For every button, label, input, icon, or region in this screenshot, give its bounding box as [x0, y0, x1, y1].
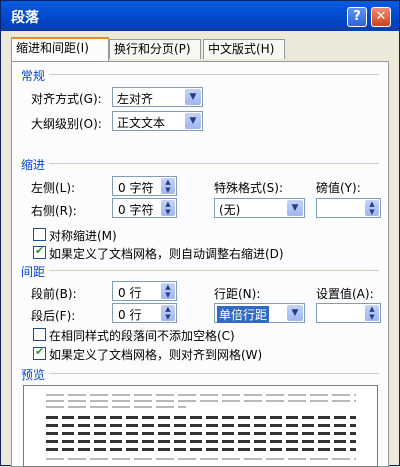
title-bar[interactable]: 段落 ? ✕ [1, 1, 399, 31]
up-down-arrows-icon[interactable]: ▲ ▼ [161, 305, 175, 321]
space-before-spinner[interactable]: 0 行 ▲ ▼ [112, 281, 177, 301]
space-after-spinner[interactable]: 0 行 ▲ ▼ [112, 303, 177, 323]
section-preview-header: 预览 [21, 368, 46, 382]
special-format-dropdown[interactable]: (无) ▼ [214, 198, 305, 218]
preview-previous-line [46, 394, 356, 396]
tab-indents-spacing[interactable]: 缩进和间距(I) [11, 37, 109, 61]
section-general-header: 常规 [21, 69, 46, 83]
right-indent-label: 右侧(R): [31, 204, 77, 218]
space-after-label: 段后(F): [31, 309, 76, 323]
right-indent-spinner[interactable]: 0 字符 ▲ ▼ [112, 198, 177, 218]
up-down-arrows-icon[interactable]: ▲ ▼ [161, 178, 175, 194]
special-format-label: 特殊格式(S): [214, 181, 284, 195]
preview-sample-line [46, 448, 356, 451]
divider [49, 270, 379, 271]
at-value-spinner[interactable]: ▲ ▼ [316, 303, 381, 323]
auto-adjust-indent-checkbox[interactable] [33, 244, 46, 259]
divider [49, 163, 379, 164]
line-spacing-dropdown[interactable]: 单倍行距 ▼ [214, 303, 305, 323]
tab-asian-typography[interactable]: 中文版式(H) [203, 39, 285, 59]
preview-next-line [46, 458, 356, 460]
up-down-arrows-icon[interactable]: ▲ ▼ [161, 283, 175, 299]
mirror-indent-label: 对称缩进(M) [49, 229, 117, 243]
line-spacing-label: 行距(N): [214, 287, 261, 301]
chevron-down-icon[interactable]: ▼ [287, 305, 303, 321]
preview-previous-line [46, 400, 356, 402]
section-spacing-header: 间距 [21, 265, 46, 279]
preview-sample-line [46, 424, 356, 427]
alignment-dropdown[interactable]: 左对齐 ▼ [112, 87, 203, 107]
at-value-label: 设置值(A): [316, 287, 374, 301]
chevron-down-icon[interactable]: ▼ [287, 200, 303, 216]
left-indent-spinner[interactable]: 0 字符 ▲ ▼ [112, 176, 177, 196]
up-down-arrows-icon[interactable]: ▲ ▼ [365, 305, 379, 321]
preview-area [23, 385, 378, 467]
by-value-spinner[interactable]: ▲ ▼ [316, 198, 381, 218]
close-button[interactable]: ✕ [371, 7, 391, 27]
dialog-title: 段落 [11, 10, 39, 26]
left-indent-label: 左侧(L): [31, 181, 76, 195]
preview-previous-line [46, 406, 186, 408]
chevron-down-icon[interactable]: ▼ [185, 89, 201, 105]
preview-sample-line [46, 440, 356, 443]
no-space-same-style-label: 在相同样式的段落间不添加空格(C) [49, 329, 235, 343]
alignment-label: 对齐方式(G): [31, 92, 102, 106]
section-indent-header: 缩进 [21, 158, 46, 172]
preview-sample-line [46, 416, 356, 419]
up-down-arrows-icon[interactable]: ▲ ▼ [161, 200, 175, 216]
outline-level-dropdown[interactable]: 正文文本 ▼ [112, 111, 203, 131]
outline-level-label: 大纲级别(O): [31, 117, 102, 131]
tab-line-page-breaks[interactable]: 换行和分页(P) [109, 39, 201, 59]
snap-to-grid-checkbox[interactable] [33, 345, 46, 360]
divider [49, 373, 379, 374]
by-label: 磅值(Y): [316, 181, 361, 195]
space-before-label: 段前(B): [31, 287, 77, 301]
up-down-arrows-icon[interactable]: ▲ ▼ [365, 200, 379, 216]
auto-adjust-indent-label: 如果定义了文档网格，则自动调整右缩进(D) [49, 247, 284, 261]
mirror-indent-checkbox[interactable] [33, 228, 46, 241]
divider [49, 74, 379, 75]
preview-sample-line [46, 432, 356, 435]
help-button[interactable]: ? [347, 7, 367, 27]
no-space-same-style-checkbox[interactable] [33, 328, 46, 341]
chevron-down-icon[interactable]: ▼ [185, 113, 201, 129]
snap-to-grid-label: 如果定义了文档网格，则对齐到网格(W) [49, 348, 263, 362]
paragraph-dialog: 段落 ? ✕ 缩进和间距(I) 换行和分页(P) 中文版式(H) 常规 对齐方式… [0, 0, 400, 467]
